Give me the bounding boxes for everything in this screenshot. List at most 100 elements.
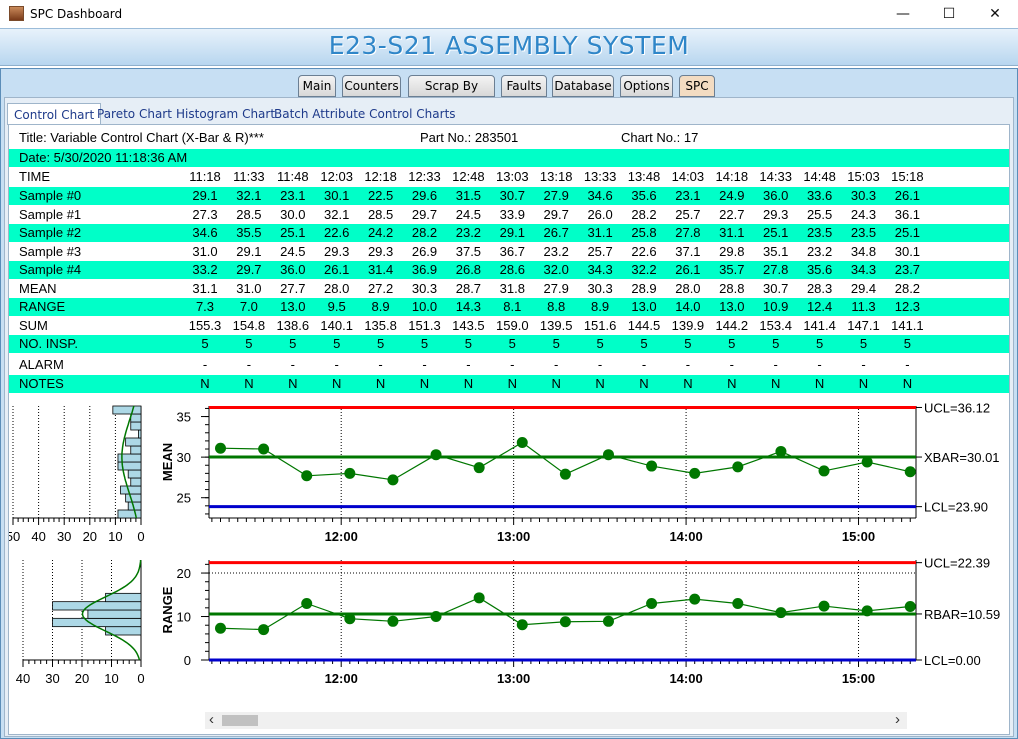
x-tick-label: 13:00 — [497, 529, 530, 544]
table-cell: N — [375, 376, 386, 391]
table-cell: 30.1 — [324, 188, 350, 203]
table-cell: 26.1 — [675, 262, 701, 277]
tab-batch-attribute-control-charts[interactable]: Batch Attribute Control Charts — [274, 103, 456, 125]
hist-bar — [120, 485, 142, 495]
row-label: Sample #3 — [19, 244, 82, 259]
tab-options[interactable]: Options — [620, 75, 673, 97]
table-cell: 12:18 — [364, 169, 397, 184]
table-cell: 28.5 — [367, 207, 394, 222]
data-point — [689, 467, 701, 479]
table-cell: 25.1 — [894, 225, 921, 240]
tab-database[interactable]: Database — [552, 75, 614, 97]
hist-bar — [130, 421, 142, 431]
scroll-left-arrow[interactable]: ‹ — [209, 711, 214, 728]
table-cell: 12:48 — [452, 169, 485, 184]
table-cell: 28.7 — [455, 281, 482, 296]
table-cell: N — [463, 376, 474, 391]
table-cell: 31.8 — [499, 281, 525, 296]
limit-label: XBAR=30.01 — [924, 450, 1000, 465]
table-cell: 35.5 — [236, 225, 262, 240]
tab-control-chart[interactable]: Control Chart — [7, 103, 102, 125]
hist-bar — [87, 609, 142, 619]
table-cell: 5 — [772, 336, 780, 351]
window-title: SPC Dashboard — [30, 7, 123, 21]
tab-pareto-chart[interactable]: Pareto Chart — [97, 103, 172, 125]
table-cell: 153.4 — [759, 318, 792, 333]
data-point — [818, 465, 830, 477]
data-point — [430, 611, 442, 623]
table-cell: 28.3 — [806, 281, 833, 296]
table-cell: 29.1 — [192, 188, 218, 203]
table-row: RANGE 7.3 7.0 13.0 9.5 8.9 10.0 14.3 8.1 8.8 8.9 13… — [9, 298, 1009, 316]
table-cell: - — [466, 357, 471, 372]
tab-histogram-chart[interactable]: Histogram Chart — [176, 103, 275, 125]
y-tick-label: 20 — [177, 566, 191, 581]
table-cell: - — [773, 357, 778, 372]
x-tick-label: 15:00 — [842, 529, 875, 544]
table-cell: 27.8 — [763, 262, 789, 277]
table-cell: 14:18 — [715, 169, 749, 184]
data-point — [214, 442, 226, 454]
row-label: MEAN — [19, 281, 57, 296]
table-cell: - — [422, 357, 427, 372]
control-charts: 12:00 13:00 14:00 15:00 25 30 35 MEAN UCL=36.12 X… — [9, 401, 1000, 686]
part-number: Part No.: 283501 — [420, 130, 519, 145]
table-cell: 14:03 — [671, 169, 705, 184]
table-cell: 24.3 — [850, 207, 877, 222]
table-cell: 25.7 — [587, 244, 613, 259]
tab-spc[interactable]: SPC — [679, 75, 715, 97]
table-cell: 25.8 — [631, 225, 657, 240]
table-cell: 12:33 — [408, 169, 441, 184]
table-cell: 11:33 — [233, 169, 265, 184]
table-cell: 13:48 — [627, 169, 661, 184]
data-point — [689, 593, 701, 605]
table-cell: 139.5 — [539, 318, 573, 333]
maximize-button[interactable]: ☐ — [926, 0, 972, 28]
close-button[interactable]: ✕ — [972, 0, 1018, 28]
x-tick-label: 14:00 — [669, 529, 702, 544]
horizontal-scrollbar[interactable]: ‹ › — [205, 711, 907, 729]
table-cell: 32.1 — [324, 207, 350, 222]
table-cell: 8.9 — [371, 299, 390, 314]
data-point — [344, 467, 356, 479]
table-cell: 12:03 — [320, 169, 353, 184]
hist-bar — [130, 445, 142, 455]
table-row: Sample #0 29.1 32.1 23.1 30.1 22.5 29.6 31.5 30.… — [9, 187, 1009, 205]
hist-tick-label: 20 — [75, 671, 89, 686]
hist-tick-label: 20 — [83, 529, 97, 544]
table-cell: 15:18 — [891, 169, 924, 184]
x-tick-label: 15:00 — [842, 671, 875, 686]
table-cell: 28.8 — [719, 281, 745, 296]
table-cell: 29.6 — [411, 188, 438, 203]
table-cell: N — [595, 376, 605, 391]
mean-chart: 12:00 13:00 14:00 15:00 25 30 35 MEAN UCL=36.12 X… — [160, 401, 1000, 544]
table-cell: 27.8 — [675, 225, 701, 240]
table-row: MEAN 31.1 31.0 27.7 28.0 27.2 30.3 28.7 31.8 27.9… — [9, 280, 1009, 298]
minimize-button[interactable]: — — [880, 0, 926, 28]
tab-main[interactable]: Main — [298, 75, 336, 97]
tab-faults[interactable]: Faults — [501, 75, 547, 97]
table-cell: 144.5 — [627, 318, 661, 333]
table-cell: - — [729, 357, 734, 372]
scroll-right-arrow[interactable]: › — [895, 711, 900, 728]
table-cell: 28.2 — [411, 225, 438, 240]
table-cell: 26.1 — [894, 188, 921, 203]
y-axis-label: RANGE — [160, 586, 175, 633]
table-cell: 35.1 — [763, 244, 789, 259]
table-cell: 29.3 — [324, 244, 350, 259]
table-cell: 33.2 — [192, 262, 218, 277]
table-cell: N — [200, 376, 210, 391]
table-cell: 31.4 — [367, 262, 394, 277]
table-cell: 29.3 — [367, 244, 394, 259]
data-point — [258, 624, 270, 636]
tab-scrap-by-pallet[interactable]: Scrap By Pallet — [408, 75, 495, 113]
table-cell: 141.4 — [803, 318, 836, 333]
table-cell: 11:48 — [277, 169, 309, 184]
table-cell: 13.0 — [280, 299, 306, 314]
scroll-thumb[interactable] — [222, 715, 258, 726]
limit-label: UCL=36.12 — [924, 401, 990, 415]
data-point — [473, 462, 485, 474]
hist-tick-label: 40 — [31, 529, 45, 544]
tab-counters[interactable]: Counters — [342, 75, 401, 97]
table-cell: 5 — [640, 336, 648, 351]
